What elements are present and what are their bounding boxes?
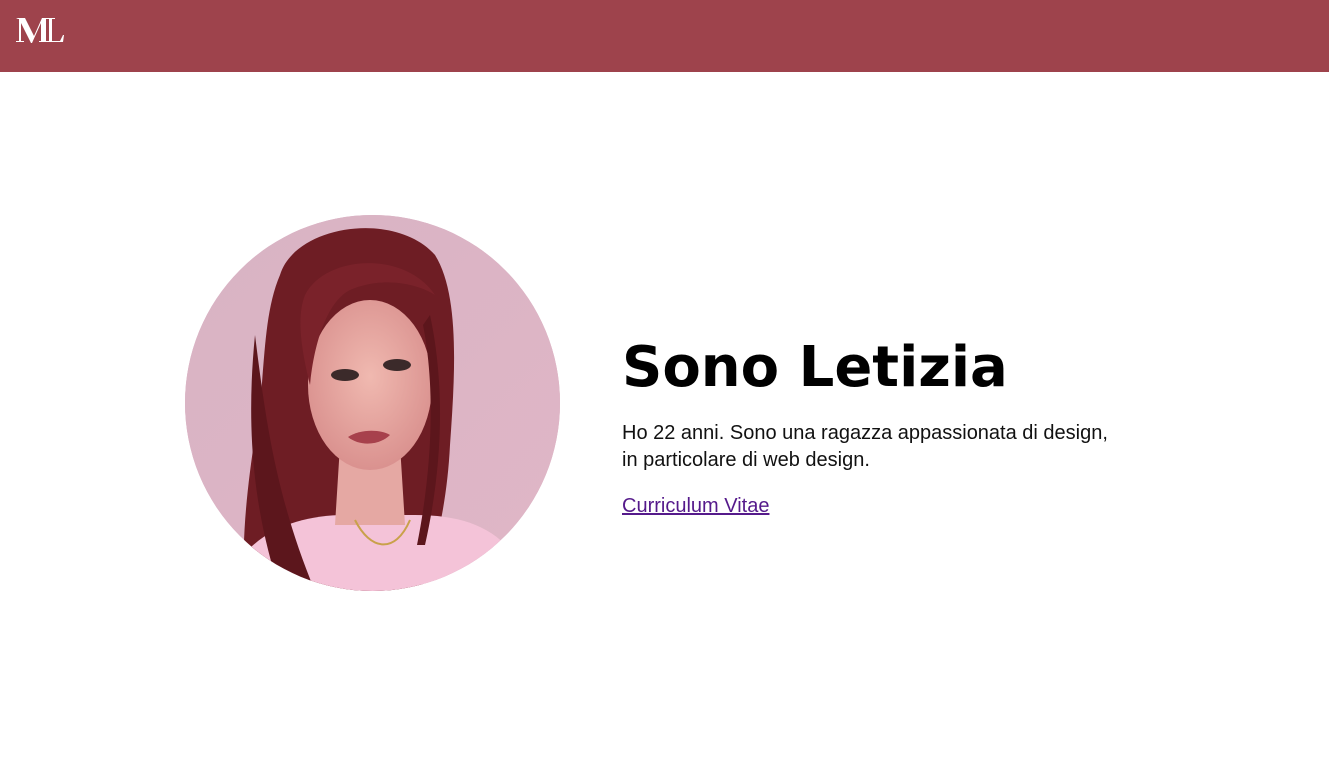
intro-description: Ho 22 anni. Sono una ragazza appassionat… [622,420,1182,474]
site-logo[interactable] [16,14,68,48]
page-title: Sono Letizia [622,335,1008,400]
profile-photo [185,215,560,591]
curriculum-vitae-link[interactable]: Curriculum Vitae [622,493,769,519]
intro-section: Sono Letizia Ho 22 anni. Sono una ragazz… [622,330,1242,519]
description-line-2: in particolare di web design. [622,449,870,471]
ml-logo-icon [16,18,64,43]
portrait-photo-icon [185,215,560,591]
top-bar [0,0,1329,72]
description-line-1: Ho 22 anni. Sono una ragazza appassionat… [622,422,1108,444]
